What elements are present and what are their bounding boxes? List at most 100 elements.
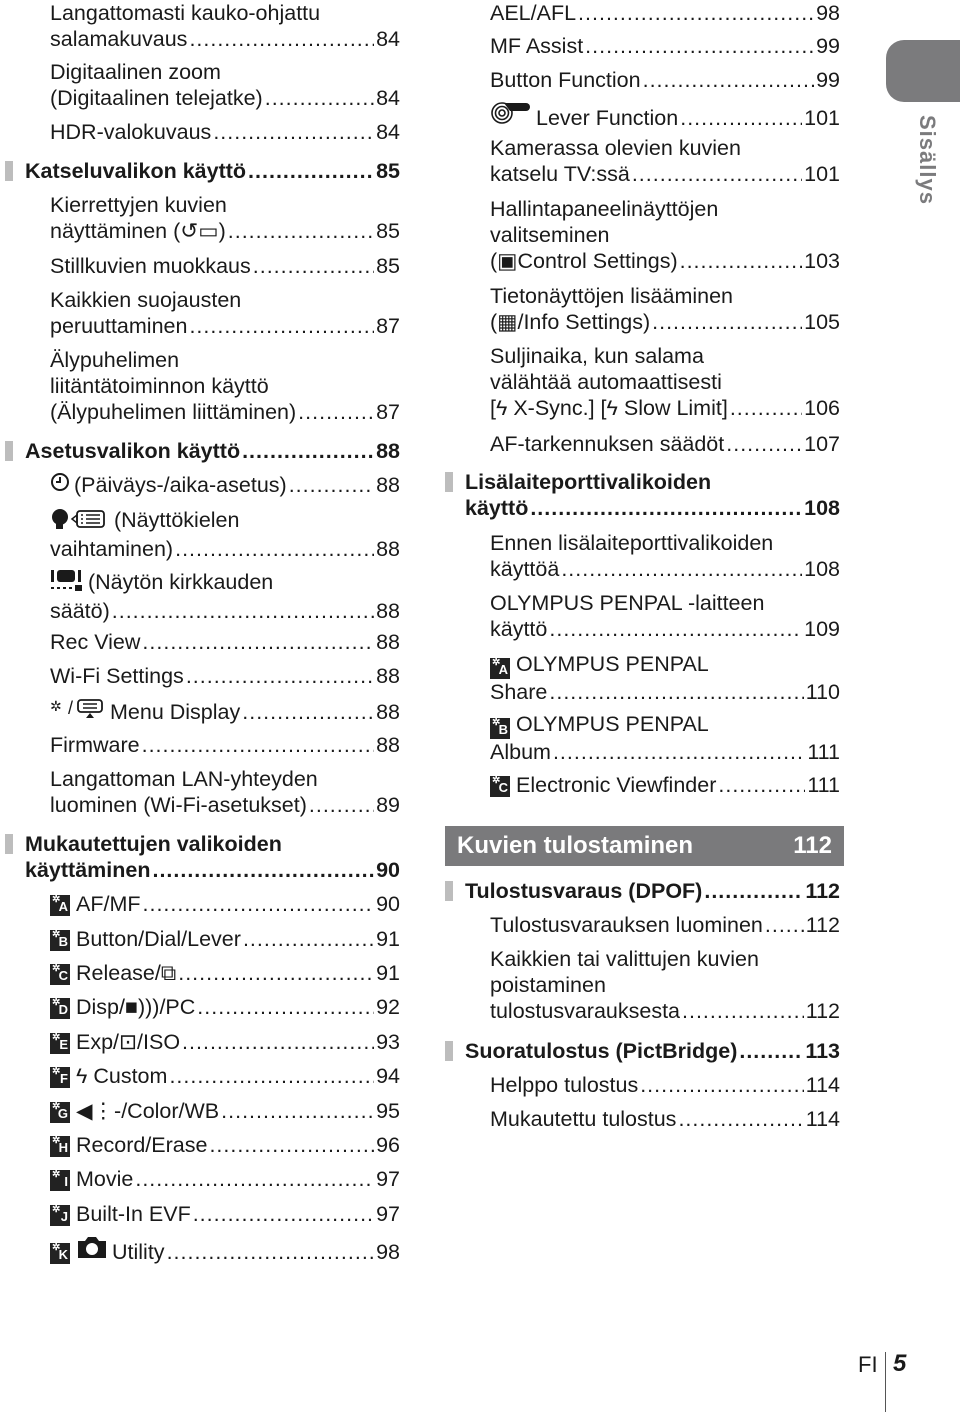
toc-entry[interactable]: Ennen lisälaiteporttivalikoidenkäyttöä 10… xyxy=(440,530,840,582)
toc-entry[interactable]: K Utility 98 xyxy=(0,1235,400,1265)
dot-leader xyxy=(112,598,374,624)
toc-entry-text: valitseminen xyxy=(490,223,610,247)
toc-entry[interactable]: BButton/Dial/Lever 91 xyxy=(0,923,400,952)
toc-entry[interactable]: Kamerassa olevien kuvienkatselu TV:ssä 10… xyxy=(440,135,840,187)
toc-entry[interactable]: AOLYMPUS PENPAL Share 110 xyxy=(440,651,840,705)
toc-entry[interactable]: Digitaalinen zoom (Digitaalinen telejatke… xyxy=(0,59,400,111)
toc-page-number: 85 xyxy=(376,219,400,243)
toc-entry[interactable]: Mukautettu tulostus 114 xyxy=(440,1106,840,1132)
dot-leader xyxy=(640,1072,804,1098)
toc-page-number: 111 xyxy=(807,740,840,764)
toc-entry[interactable]: (Näytön kirkkauden säätö) 88 xyxy=(0,568,400,624)
toc-page-number: 111 xyxy=(807,773,840,797)
toc-entry[interactable]: (Päiväys-/aika-asetus) 88 xyxy=(0,472,400,498)
toc-entry[interactable]: HRecord/Erase 96 xyxy=(0,1129,400,1158)
toc-entry[interactable]: IMovie 97 xyxy=(0,1163,400,1192)
toc-entry-text: luominen (Wi-Fi-asetukset) xyxy=(50,793,307,817)
toc-section-entry[interactable]: Mukautettujen valikoidenkäyttäminen 90 xyxy=(0,831,400,883)
side-tab[interactable] xyxy=(886,40,960,102)
toc-entry[interactable]: Kaikkien tai valittujen kuvien poistamine… xyxy=(440,946,840,1024)
custom-menu-badge-icon: E xyxy=(50,1026,70,1054)
toc-entry[interactable]: CElectronic Viewfinder 111 xyxy=(440,769,840,798)
toc-entry-text: Mukautettujen valikoiden xyxy=(25,832,282,856)
toc-entry[interactable]: AAF/MF 90 xyxy=(0,888,400,917)
toc-section-entry[interactable]: Asetusvalikon käyttö 88 xyxy=(0,438,400,464)
toc-entry-text: Record/Erase xyxy=(76,1133,208,1157)
toc-entry-text: Movie xyxy=(76,1167,134,1191)
toc-page-number: 112 xyxy=(805,999,840,1023)
toc-entry[interactable]: Kaikkien suojaustenperuuttaminen 87 xyxy=(0,287,400,339)
toc-section-entry[interactable]: Suoratulostus (PictBridge) 113 xyxy=(440,1038,840,1064)
dot-leader xyxy=(242,699,374,725)
toc-entry[interactable]: G◀⋮-/Color/WB 95 xyxy=(0,1095,400,1124)
toc-entry[interactable]: JBuilt-In EVF 97 xyxy=(0,1198,400,1227)
toc-page-number: 105 xyxy=(804,310,840,334)
toc-entry[interactable]: Älypuhelimen liitäntätoiminnon käyttö (Äly… xyxy=(0,347,400,425)
toc-entry[interactable]: Firmware 88 xyxy=(0,732,400,758)
toc-entry[interactable]: Langattomasti kauko-ohjattusalamakuvaus 8… xyxy=(0,0,400,52)
toc-entry[interactable]: ✲/Menu Display88 xyxy=(0,697,400,725)
toc-page-number: 93 xyxy=(376,1030,400,1054)
dot-leader xyxy=(718,772,805,798)
dot-leader xyxy=(585,33,814,59)
toc-entry[interactable]: Helppo tulostus 114 xyxy=(440,1072,840,1098)
toc-entry-text: [ϟ X-Sync.] [ϟ Slow Limit] xyxy=(490,396,728,420)
toc-entry[interactable]: Fϟ Custom 94 xyxy=(0,1060,400,1089)
toc-entry-text: poistaminen xyxy=(490,973,606,997)
dot-leader xyxy=(682,998,804,1024)
custom-menu-badge-icon: A xyxy=(50,888,70,916)
toc-entry[interactable]: AF-tarkennuksen säädöt 107 xyxy=(440,431,840,457)
toc-page-number: 97 xyxy=(376,1202,400,1226)
toc-page-number: 88 xyxy=(376,700,400,724)
toc-page-number: 101 xyxy=(804,162,840,186)
dot-leader xyxy=(765,912,804,938)
toc-page-number: 112 xyxy=(805,879,840,903)
toc-entry[interactable]: Suljinaika, kun salama välähtää automaatt… xyxy=(440,343,840,421)
toc-entry-text: käyttäminen xyxy=(25,858,151,882)
toc-entry-text: Share xyxy=(490,680,548,704)
toc-entry[interactable]: Lever Function 101 xyxy=(440,101,840,131)
toc-section-entry[interactable]: Katseluvalikon käyttö 85 xyxy=(0,158,400,184)
toc-section-entry[interactable]: Lisälaiteporttivalikoidenkäyttö 108 xyxy=(440,469,840,521)
toc-entry[interactable]: Stillkuvien muokkaus 85 xyxy=(0,253,400,279)
toc-page-number: 114 xyxy=(805,1073,840,1097)
dot-leader xyxy=(178,960,374,986)
toc-entry-text: Menu Display xyxy=(110,700,241,724)
toc-entry[interactable]: Tietonäyttöjen lisääminen (▦/Info Setting… xyxy=(440,283,840,335)
toc-entry[interactable]: Hallintapaneelinäyttöjen valitseminen (▣Co… xyxy=(440,196,840,274)
dot-leader xyxy=(265,85,374,111)
dot-leader xyxy=(142,629,374,655)
toc-section-entry[interactable]: Tulostusvaraus (DPOF) 112 xyxy=(440,878,840,904)
toc-entry[interactable]: BOLYMPUS PENPAL Album 111 xyxy=(440,711,840,765)
toc-entry-text: käyttö xyxy=(465,496,529,520)
toc-entry[interactable]: CRelease/⧉ 91 xyxy=(0,957,400,986)
toc-page-number: 103 xyxy=(804,249,840,273)
toc-entry-text: Button Function xyxy=(490,68,641,92)
toc-entry-text: Button/Dial/Lever xyxy=(76,927,241,951)
toc-entry[interactable]: HDR-valokuvaus 84 xyxy=(0,119,400,145)
toc-entry[interactable]: MF Assist 99 xyxy=(440,33,840,59)
clock-icon xyxy=(50,472,70,498)
toc-entry[interactable]: DDisp/■)))/PC 92 xyxy=(0,991,400,1020)
toc-entry[interactable]: OLYMPUS PENPAL -laitteenkäyttö 109 xyxy=(440,590,840,642)
dot-leader xyxy=(643,67,814,93)
toc-page-number: 88 xyxy=(376,599,400,623)
toc-entry[interactable]: Button Function 99 xyxy=(440,67,840,93)
toc-entry[interactable]: (Näyttökielen vaihtaminen) 88 xyxy=(0,507,400,562)
toc-entry[interactable]: Rec View 88 xyxy=(0,629,400,655)
toc-entry[interactable]: EExp/⊡/ISO 93 xyxy=(0,1026,400,1055)
toc-page-number: 97 xyxy=(376,1167,400,1191)
toc-entry-text: AF/MF xyxy=(76,892,141,916)
chapter-heading[interactable]: Kuvien tulostaminen 112 xyxy=(445,826,844,866)
toc-entry-text: Utility xyxy=(112,1240,165,1264)
toc-entry[interactable]: Tulostusvarauksen luominen 112 xyxy=(440,912,840,938)
toc-page-number: 88 xyxy=(376,664,400,688)
toc-entry-text: OLYMPUS PENPAL xyxy=(516,712,709,736)
toc-entry-text: välähtää automaattisesti xyxy=(490,370,722,394)
toc-entry[interactable]: AEL/AFL 98 xyxy=(440,0,840,26)
toc-entry[interactable]: Kierrettyjen kuviennäyttäminen (↺▭) 85 xyxy=(0,192,400,244)
toc-page-number: 112 xyxy=(805,913,840,937)
toc-entry[interactable]: Wi-Fi Settings 88 xyxy=(0,663,400,689)
toc-entry[interactable]: Langattoman LAN-yhteyden luominen (Wi-Fi-… xyxy=(0,766,400,818)
toc-entry-text: Helppo tulostus xyxy=(490,1073,639,1097)
